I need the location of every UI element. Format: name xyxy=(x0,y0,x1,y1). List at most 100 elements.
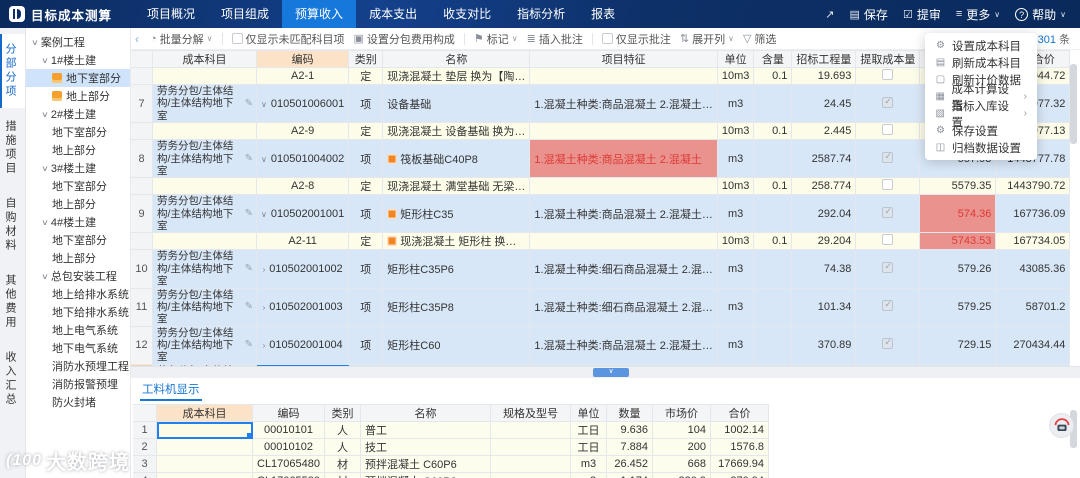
edit-icon[interactable]: ✎ xyxy=(245,153,253,165)
assistant-icon[interactable] xyxy=(1049,413,1074,438)
cost-subject-cell[interactable]: 劳务分包/主体结构/主体结构地下室 ✎ xyxy=(153,326,257,365)
sidebar-tab[interactable]: 分部分项 xyxy=(0,34,25,108)
tree-item[interactable]: 地上部分 xyxy=(26,87,130,105)
sidebar-tab[interactable]: 自购材料 xyxy=(0,188,25,262)
tree-item[interactable]: 地上部分 xyxy=(26,141,130,159)
cost-subject-cell[interactable] xyxy=(153,68,257,85)
column-header[interactable]: 提取成本量 xyxy=(856,50,921,68)
menu-item-7[interactable]: ◫ 归档数据设置 xyxy=(925,139,1037,156)
checkbox-icon[interactable] xyxy=(882,179,894,191)
name-cell[interactable]: 矩形柱C35 xyxy=(383,195,531,234)
column-header[interactable]: 类别 xyxy=(325,404,362,422)
cost-subject-cell[interactable]: 劳务分包/主体结构/主体结构地下室 ✎ xyxy=(153,85,257,124)
edit-icon[interactable]: ✎ xyxy=(245,339,253,351)
only-unmatched-checkbox[interactable]: 仅显示未匹配科目项 xyxy=(231,31,345,47)
tree-item[interactable]: ∨ 1#楼土建 xyxy=(26,51,130,69)
code-cell[interactable]: A2-1 xyxy=(257,68,350,85)
column-header[interactable]: 编码 xyxy=(253,404,326,422)
chevron-down-icon[interactable]: ∨ xyxy=(261,155,267,164)
cost-subject-cell[interactable]: 劳务分包/主体结构/主体结构地下室 ✎ xyxy=(153,288,257,327)
only-notes-checkbox[interactable]: 仅显示批注 xyxy=(601,31,671,47)
column-header[interactable]: 市场价 xyxy=(653,404,712,422)
chevron-down-icon[interactable]: ∨ xyxy=(261,100,267,109)
chevron-down-icon[interactable]: ∨ xyxy=(41,56,49,65)
code-cell[interactable]: ∨ 010501004002 xyxy=(257,140,350,179)
table-row[interactable]: 11 劳务分包/主体结构/主体结构地下室 ✎ › 010502001003 项矩形柱C35… xyxy=(131,288,1071,327)
cost-subject-cell[interactable] xyxy=(157,473,253,478)
column-header[interactable]: 名称 xyxy=(361,404,492,422)
chevron-down-icon[interactable]: ∨ xyxy=(41,218,49,227)
tree-item[interactable]: 地下室部分 xyxy=(26,123,130,141)
cost-subject-cell[interactable] xyxy=(157,456,253,473)
extract-cost-cell[interactable] xyxy=(856,85,921,124)
extract-cost-cell[interactable] xyxy=(856,326,921,365)
edit-icon[interactable]: ✎ xyxy=(245,208,253,220)
column-header[interactable]: 名称 xyxy=(383,50,531,68)
cost-subject-cell[interactable] xyxy=(157,439,253,456)
table-row[interactable]: 10 劳务分包/主体结构/主体结构地下室 ✎ › 010502001002 项矩形柱C35… xyxy=(131,250,1071,289)
extract-cost-cell[interactable] xyxy=(856,288,921,327)
tree-item[interactable]: ∨ 案例工程 xyxy=(26,33,130,51)
extract-cost-cell[interactable] xyxy=(856,233,921,251)
extract-cost-cell[interactable] xyxy=(856,68,921,85)
topbar-menu-item[interactable]: 项目概况 xyxy=(134,0,208,28)
batch-decompose-button[interactable]: ◔ 批量分解 ∨ xyxy=(150,31,213,47)
collapse-handle[interactable]: ∨ xyxy=(593,368,629,377)
sidebar-tab[interactable]: 措施项目 xyxy=(0,111,25,185)
code-cell[interactable]: › 010502001002 xyxy=(257,250,350,289)
sidebar-tab[interactable]: 收入汇总 xyxy=(0,342,25,416)
chevron-down-icon[interactable]: ∨ xyxy=(261,210,267,219)
mark-button[interactable]: ⚑ 标记 ∨ xyxy=(474,31,518,47)
cost-subject-cell[interactable] xyxy=(153,178,257,196)
table-row[interactable]: 1 00010101 人普工 工日 9.636 104 1002.14 xyxy=(133,422,770,439)
extract-cost-cell[interactable] xyxy=(856,250,921,289)
checkbox-icon[interactable] xyxy=(882,151,894,163)
code-cell[interactable]: A2-11 xyxy=(257,233,350,251)
topbar-menu-item[interactable]: 预算收入 xyxy=(282,0,357,28)
column-header[interactable]: 数量 xyxy=(607,404,654,422)
checkbox-icon[interactable] xyxy=(882,337,894,350)
checkbox-icon[interactable] xyxy=(882,299,894,312)
checkbox-icon[interactable] xyxy=(882,261,894,273)
name-cell[interactable]: 现浇混凝土 矩形柱 换… xyxy=(383,233,531,251)
insert-note-button[interactable]: ≣ 插入批注 xyxy=(527,31,583,47)
extract-cost-cell[interactable] xyxy=(856,195,921,234)
extract-cost-cell[interactable] xyxy=(856,123,921,141)
save-button[interactable]: ▤ 保存 xyxy=(850,6,888,23)
column-header[interactable]: 编码 xyxy=(257,50,350,68)
extract-cost-cell[interactable] xyxy=(856,178,921,196)
tree-item[interactable]: ∨ 3#楼土建 xyxy=(26,159,130,177)
edit-icon[interactable]: ✎ xyxy=(245,98,253,110)
cost-subject-cell[interactable] xyxy=(157,422,253,439)
topbar-menu-item[interactable]: 报表 xyxy=(578,0,628,28)
cost-subject-cell[interactable] xyxy=(153,123,257,141)
tree-item[interactable]: 地下给排水系统 xyxy=(26,303,130,321)
chevron-down-icon[interactable]: ∨ xyxy=(41,272,49,281)
menu-item-6[interactable]: ⚙ 保存设置 xyxy=(925,122,1037,139)
menu-item-1[interactable]: ⚙ 设置成本科目 xyxy=(925,37,1037,54)
edit-icon[interactable]: ✎ xyxy=(245,263,253,275)
column-header[interactable]: 规格及型号 xyxy=(491,404,572,422)
chevron-down-icon[interactable]: ∨ xyxy=(41,110,49,119)
topbar-menu-item[interactable]: 成本支出 xyxy=(356,0,430,28)
checkbox-icon[interactable] xyxy=(882,206,894,218)
share-icon[interactable]: ↗ xyxy=(825,8,834,21)
name-cell[interactable]: 现浇混凝土 设备基础 换为… xyxy=(383,123,531,141)
table-row[interactable]: 4 CL17065580材预拌混凝土 C60P8 m31.174230.9270.9… xyxy=(133,473,770,478)
tree-item[interactable]: ∨ 4#楼土建 xyxy=(26,213,130,231)
menu-item-5[interactable]: ▧ 指标入库设置 › xyxy=(925,101,1037,129)
topbar-menu-item[interactable]: 项目组成 xyxy=(208,0,282,28)
tree-item[interactable]: 消防水预埋工程 xyxy=(26,357,130,375)
column-header[interactable]: 单位 xyxy=(717,50,755,68)
help-button[interactable]: ? 帮助 ∨ xyxy=(1015,6,1066,23)
cost-subject-cell[interactable]: 劳务分包/主体结构/主体结构地下室 ✎ xyxy=(153,250,257,289)
expand-columns-button[interactable]: ⇅ 展开列 ∨ xyxy=(680,31,734,47)
column-header[interactable]: 单位 xyxy=(571,404,608,422)
filter-button[interactable]: ▽ 筛选 xyxy=(743,31,776,47)
column-header[interactable]: 成本科目 xyxy=(157,404,253,422)
table-row[interactable]: A2-11 定 现浇混凝土 矩形柱 换… 10m3 0.1 29.204 5743.53 16… xyxy=(131,233,1071,251)
tree-item[interactable]: 地上电气系统 xyxy=(26,321,130,339)
tree-item[interactable]: ∨ 总包安装工程 xyxy=(26,267,130,285)
code-cell[interactable]: A2-9 xyxy=(257,123,350,141)
chevron-right-icon[interactable]: › xyxy=(263,303,266,312)
